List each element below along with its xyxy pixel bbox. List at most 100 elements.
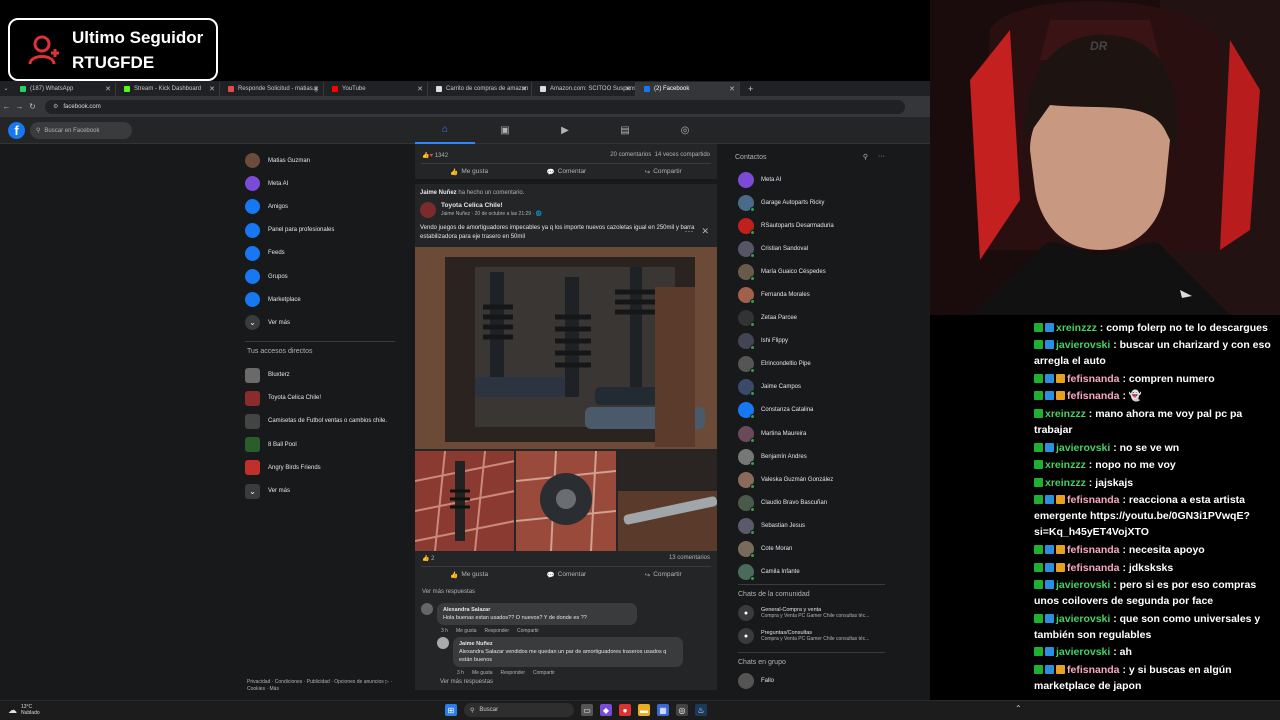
nav-marketplace-icon[interactable]: ▤ bbox=[595, 117, 655, 144]
contact-item[interactable]: Claudio Bravo Bascuñan bbox=[735, 491, 885, 514]
windows-start-icon[interactable]: ⊞ bbox=[445, 704, 457, 716]
avatar[interactable] bbox=[437, 637, 449, 649]
sidebar-item[interactable]: Matias Guzman bbox=[245, 149, 395, 172]
task-view-icon[interactable]: ▭ bbox=[581, 704, 593, 716]
contact-item[interactable]: Constanza Catalina bbox=[735, 399, 885, 422]
chat-username[interactable]: fefisnanda bbox=[1067, 494, 1120, 506]
reload-icon[interactable]: ↻ bbox=[26, 102, 39, 111]
nav-home-icon[interactable]: ⌂ bbox=[415, 117, 475, 144]
contact-item[interactable]: Zetaa Parcee bbox=[735, 307, 885, 330]
post-main-photo[interactable] bbox=[415, 247, 717, 449]
contact-item[interactable]: Martina Maureira bbox=[735, 422, 885, 445]
see-more-replies[interactable]: Ver más respuestas bbox=[439, 676, 711, 690]
shortcut-item[interactable]: Camisetas de Futbol ventas o cambios chi… bbox=[245, 410, 395, 433]
close-icon[interactable]: ✕ bbox=[701, 226, 709, 237]
chat-username[interactable]: xreinzzz bbox=[1045, 408, 1086, 420]
site-info-icon[interactable]: ⚙ bbox=[53, 103, 58, 110]
post-photo-thumb-3[interactable] bbox=[617, 451, 717, 551]
new-tab-button[interactable]: + bbox=[748, 84, 753, 94]
contact-item[interactable]: Benjamín Andres bbox=[735, 445, 885, 468]
contact-item[interactable]: Camila Infante bbox=[735, 561, 885, 584]
post-photo-thumb-1[interactable] bbox=[415, 451, 515, 551]
browser-tab[interactable]: Carrito de compras de amazon ✕ bbox=[428, 81, 532, 96]
share-button[interactable]: ↪ Compartir bbox=[645, 168, 682, 176]
post-photo-thumb-2[interactable] bbox=[516, 451, 616, 551]
facebook-search-input[interactable]: ⚲ Buscar en Facebook bbox=[30, 122, 132, 139]
community-chat-item[interactable]: ● General-Compra y venta Compra y Venta PC… bbox=[735, 602, 885, 625]
facebook-logo[interactable]: f bbox=[8, 122, 25, 139]
contact-item[interactable]: Garage Autoparts Ricky bbox=[735, 191, 885, 214]
group-avatar[interactable] bbox=[420, 202, 436, 218]
app-icon[interactable]: ◎ bbox=[676, 704, 688, 716]
comment-button[interactable]: 💬 Comentar bbox=[547, 168, 587, 176]
sidebar-item[interactable]: Feeds bbox=[245, 242, 395, 265]
shortcut-item[interactable]: Toyota Celica Chile! bbox=[245, 387, 395, 410]
post-reaction-count[interactable]: 👍 2 bbox=[422, 555, 435, 562]
sidebar-item[interactable]: Amigos bbox=[245, 195, 395, 218]
store-icon[interactable]: ▦ bbox=[657, 704, 669, 716]
contact-item[interactable]: Fernanda Morales bbox=[735, 283, 885, 306]
post-comment-button[interactable]: 💬 Comentar bbox=[547, 571, 587, 579]
contact-item[interactable]: Meta AI bbox=[735, 168, 885, 191]
comment-like-link[interactable]: Me gusta bbox=[472, 670, 493, 676]
chat-username[interactable]: fefisnanda bbox=[1067, 664, 1120, 676]
browser-tab[interactable]: Amazon.com: SCITOO Suspens ✕ bbox=[532, 81, 636, 96]
browser-tab[interactable]: (187) WhatsApp ✕ bbox=[12, 81, 116, 96]
comment-reply-link[interactable]: Responder bbox=[501, 670, 525, 676]
browser-tab[interactable]: YouTube ✕ bbox=[324, 81, 428, 96]
contact-item[interactable]: Jaime Campos bbox=[735, 376, 885, 399]
close-tab-icon[interactable]: ✕ bbox=[417, 85, 423, 93]
chat-username[interactable]: xreinzzz bbox=[1056, 322, 1097, 334]
shortcut-item[interactable]: 8 Ball Pool bbox=[245, 433, 395, 456]
group-chat-item[interactable]: Fallo bbox=[735, 670, 885, 693]
share-count[interactable]: 14 veces compartido bbox=[655, 152, 710, 158]
comment-share-link[interactable]: Compartir bbox=[533, 670, 555, 676]
back-icon[interactable]: ← bbox=[0, 102, 13, 111]
chat-username[interactable]: fefisnanda bbox=[1067, 373, 1120, 385]
more-options-icon[interactable]: ··· bbox=[684, 226, 693, 237]
nav-video-icon[interactable]: ▶ bbox=[535, 117, 595, 144]
comment-count[interactable]: 20 comentarios bbox=[610, 152, 651, 158]
close-tab-icon[interactable]: ✕ bbox=[521, 85, 527, 93]
reaction-count[interactable]: 👍♥ 1342 bbox=[422, 152, 448, 159]
sidebar-item[interactable]: Grupos bbox=[245, 265, 395, 288]
chat-username[interactable]: javierovski bbox=[1056, 442, 1110, 454]
url-field[interactable]: ⚙ facebook.com bbox=[45, 99, 905, 114]
browser-tab[interactable]: Stream - Kick Dashboard ✕ bbox=[116, 81, 220, 96]
chat-username[interactable]: xreinzzz bbox=[1045, 477, 1086, 489]
contact-item[interactable]: María Guaico Céspedes bbox=[735, 260, 885, 283]
community-chat-item[interactable]: ● Preguntas/Consultas Compra y Venta PC Ga… bbox=[735, 625, 885, 648]
close-tab-icon[interactable]: ✕ bbox=[209, 85, 215, 93]
post-share-button[interactable]: ↪ Compartir bbox=[645, 571, 682, 579]
weather-widget[interactable]: ☁ 13°C Nublado bbox=[8, 704, 40, 716]
close-tab-icon[interactable]: ✕ bbox=[105, 85, 111, 93]
contact-item[interactable]: Cote Moran bbox=[735, 538, 885, 561]
sidebar-item[interactable]: ⌄ Ver más bbox=[245, 311, 395, 334]
forward-icon[interactable]: → bbox=[13, 102, 26, 111]
browser-tab[interactable]: Responde Solicitud - matias.g ✕ bbox=[220, 81, 324, 96]
contact-item[interactable]: RSautoparts Desarmaduria bbox=[735, 214, 885, 237]
like-button[interactable]: 👍 Me gusta bbox=[450, 168, 488, 176]
sidebar-item[interactable]: Marketplace bbox=[245, 288, 395, 311]
close-tab-icon[interactable]: ✕ bbox=[625, 85, 631, 93]
contact-item[interactable]: Valeska Guzmán González bbox=[735, 468, 885, 491]
tray-chevron-icon[interactable]: ⌃ bbox=[1015, 704, 1022, 713]
search-icon[interactable]: ⚲ bbox=[863, 153, 868, 161]
sidebar-item[interactable]: Panel para profesionales bbox=[245, 219, 395, 242]
contact-item[interactable]: Ishi Flippy bbox=[735, 330, 885, 353]
browser-tab[interactable]: (2) Facebook ✕ bbox=[636, 81, 740, 96]
post-comment-count[interactable]: 13 comentarios bbox=[669, 555, 710, 562]
shortcut-item[interactable]: Angry Birds Friends bbox=[245, 456, 395, 479]
nav-gaming-icon[interactable]: ◎ bbox=[655, 117, 715, 144]
activity-user[interactable]: Jaime Nuñez bbox=[420, 190, 457, 196]
comment-like-link[interactable]: Me gusta bbox=[456, 628, 477, 634]
shortcut-item[interactable]: ⌄ Ver más bbox=[245, 479, 395, 502]
chat-username[interactable]: javierovski bbox=[1056, 646, 1110, 658]
file-explorer-icon[interactable]: ▬ bbox=[638, 704, 650, 716]
close-tab-icon[interactable]: ✕ bbox=[313, 85, 319, 93]
chat-username[interactable]: javierovski bbox=[1056, 579, 1110, 591]
sidebar-item[interactable]: Meta AI bbox=[245, 172, 395, 195]
commenter-name[interactable]: Alexandra Salazar bbox=[443, 606, 631, 614]
avatar[interactable] bbox=[421, 603, 433, 615]
chat-username[interactable]: javierovski bbox=[1056, 613, 1110, 625]
